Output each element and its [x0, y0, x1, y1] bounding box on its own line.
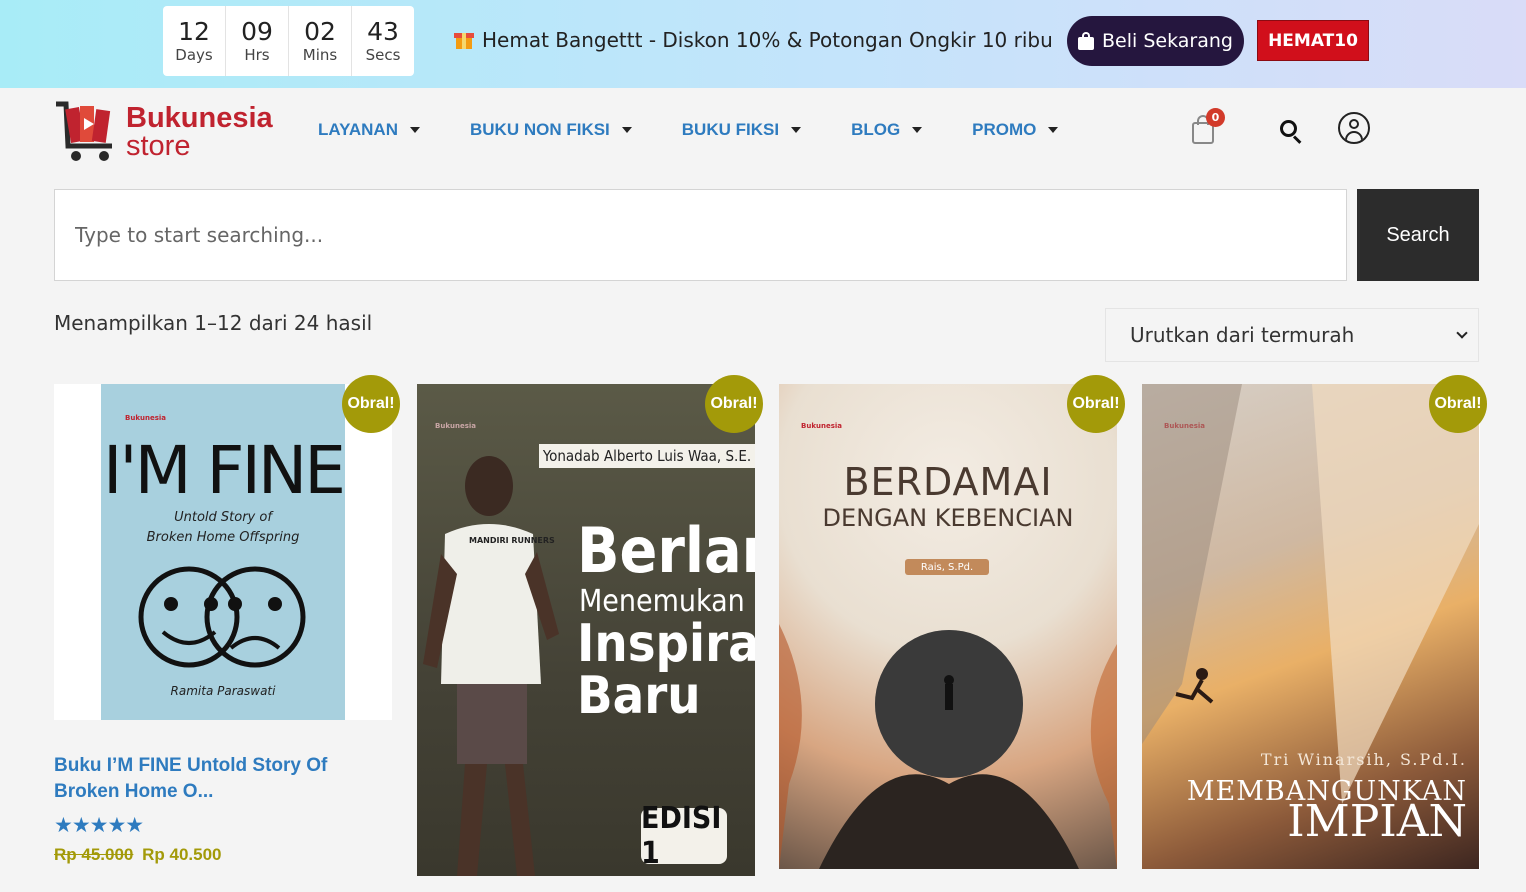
- cover-edition: EDISI 1: [641, 801, 727, 871]
- countdown-seconds-value: 43: [367, 17, 399, 46]
- rating-stars: ★★★★★: [54, 813, 144, 837]
- countdown-days-value: 12: [178, 17, 210, 46]
- nav-layanan[interactable]: LAYANAN: [318, 119, 420, 141]
- cover-author: Ramita Paraswati: [170, 684, 276, 698]
- logo-line-2: store: [126, 130, 191, 162]
- countdown-seconds: 43 Secs: [352, 6, 414, 76]
- sort-select[interactable]: Urutkan dari termurah: [1105, 308, 1479, 362]
- cover-title-1: Berlari: [577, 514, 755, 587]
- book-cover: Bukunesia BERDAMAI DENGAN KEBENCIAN Rais…: [779, 384, 1117, 869]
- sale-badge: Obral!: [1429, 375, 1487, 433]
- product-title-link[interactable]: Buku I’M FINE Untold Story Of Broken Hom…: [54, 753, 374, 805]
- coupon-code[interactable]: HEMAT10: [1257, 20, 1369, 61]
- chevron-down-icon: [1456, 327, 1468, 339]
- happy-sad-faces-illustration: [138, 566, 306, 668]
- user-account-icon[interactable]: [1338, 112, 1370, 144]
- caret-down-icon: [410, 127, 420, 133]
- cover-author: Tri Winarsih, S.Pd.I.: [1260, 750, 1467, 769]
- product-price: Rp 45.000 Rp 40.500: [54, 845, 222, 865]
- sale-badge: Obral!: [1067, 375, 1125, 433]
- site-logo[interactable]: Bukunesia store: [54, 100, 274, 166]
- countdown-seconds-label: Secs: [365, 46, 401, 64]
- cart-button[interactable]: 0: [1190, 108, 1225, 148]
- nav-label: BLOG: [851, 120, 901, 139]
- sale-badge: Obral!: [342, 375, 400, 433]
- buy-now-button[interactable]: Beli Sekarang: [1067, 16, 1244, 66]
- sort-selected-value: Urutkan dari termurah: [1130, 323, 1355, 347]
- cover-author: Rais, S.Pd.: [905, 559, 989, 575]
- nav-buku-non-fiksi[interactable]: BUKU NON FIKSI: [470, 119, 632, 141]
- cover-title-1: BERDAMAI: [843, 460, 1053, 504]
- cover-title: I'M FINE: [102, 432, 345, 509]
- logo-wordmark: Bukunesia store: [126, 102, 273, 162]
- cover-publisher: Bukunesia: [801, 422, 842, 430]
- sale-badge: Obral!: [705, 375, 763, 433]
- nav-promo[interactable]: PROMO: [972, 119, 1059, 141]
- search-button[interactable]: Search: [1357, 189, 1479, 281]
- product-card[interactable]: Bukunesia I'M FINE Untold Story of Broke…: [54, 375, 400, 720]
- gift-icon: [454, 30, 474, 50]
- product-card[interactable]: Bukunesia Yonadab Alberto Luis Waa, S.E.…: [417, 375, 763, 876]
- cover-title-2: IMPIAN: [1287, 796, 1467, 847]
- cover-title-4: Baru: [577, 666, 701, 726]
- bukunesia-logo-icon: [56, 101, 112, 161]
- logo-line-1: Bukunesia: [126, 102, 273, 134]
- countdown-hours-value: 09: [241, 17, 273, 46]
- shopping-bag-icon: [1078, 32, 1095, 50]
- nav-blog[interactable]: BLOG: [851, 119, 923, 141]
- price-original: Rp 45.000: [54, 845, 134, 864]
- cover-publisher: Bukunesia: [435, 422, 476, 430]
- caret-down-icon: [621, 127, 632, 133]
- nav-label: PROMO: [972, 120, 1037, 139]
- product-card[interactable]: Bukunesia Tri Winarsih, S.Pd.I. MEMBANGU…: [1142, 375, 1487, 869]
- nav-label: BUKU FIKSI: [681, 120, 780, 139]
- cover-publisher: Bukunesia: [125, 414, 166, 422]
- nav-buku-fiksi[interactable]: BUKU FIKSI: [681, 119, 802, 141]
- promo-message: Hemat Bangettt - Diskon 10% & Potongan O…: [454, 28, 1053, 52]
- buy-now-label: Beli Sekarang: [1102, 30, 1233, 52]
- moon-silhouette-illustration: [779, 624, 1117, 869]
- countdown-minutes: 02 Mins: [289, 6, 352, 76]
- result-count: Menampilkan 1–12 dari 24 hasil: [54, 311, 373, 335]
- product-image[interactable]: Bukunesia Tri Winarsih, S.Pd.I. MEMBANGU…: [1142, 384, 1480, 869]
- product-card[interactable]: Bukunesia BERDAMAI DENGAN KEBENCIAN Rais…: [779, 375, 1125, 869]
- cover-shirt-text: MANDIRI RUNNERS: [469, 536, 555, 545]
- main-nav: LAYANAN BUKU NON FIKSI BUKU FIKSI BLOG P…: [318, 119, 1059, 141]
- caret-down-icon: [1048, 127, 1059, 133]
- countdown-timer: 12 Days 09 Hrs 02 Mins 43 Secs: [163, 6, 414, 76]
- caret-down-icon: [791, 127, 802, 133]
- countdown-hours-label: Hrs: [244, 46, 270, 64]
- countdown-minutes-value: 02: [304, 17, 336, 46]
- countdown-minutes-label: Mins: [302, 46, 338, 64]
- promo-text: Hemat Bangettt - Diskon 10% & Potongan O…: [482, 28, 1053, 52]
- cover-title-3: Inspirasi: [577, 614, 755, 674]
- nav-label: LAYANAN: [318, 120, 398, 139]
- cover-subtitle-1: Untold Story of: [174, 510, 272, 525]
- product-image[interactable]: Bukunesia BERDAMAI DENGAN KEBENCIAN Rais…: [779, 384, 1117, 869]
- search-input[interactable]: [54, 189, 1347, 281]
- book-cover: Bukunesia Tri Winarsih, S.Pd.I. MEMBANGU…: [1142, 384, 1479, 869]
- cover-title-2: DENGAN KEBENCIAN: [822, 504, 1074, 532]
- cart-count-badge: 0: [1206, 108, 1225, 127]
- search-icon[interactable]: [1280, 120, 1304, 144]
- countdown-days-label: Days: [175, 46, 213, 64]
- caret-down-icon: [912, 127, 923, 133]
- book-cover: Bukunesia Yonadab Alberto Luis Waa, S.E.…: [417, 384, 755, 876]
- runner-photo: [423, 456, 559, 876]
- price-sale: Rp 40.500: [142, 845, 222, 864]
- book-cover: Bukunesia I'M FINE Untold Story of Broke…: [101, 384, 345, 720]
- countdown-hours: 09 Hrs: [226, 6, 289, 76]
- product-image[interactable]: Bukunesia Yonadab Alberto Luis Waa, S.E.…: [417, 384, 755, 876]
- promo-bar: 12 Days 09 Hrs 02 Mins 43 Secs Hemat Ban…: [0, 0, 1526, 88]
- cover-subtitle-2: Broken Home Offspring: [146, 530, 300, 545]
- product-image[interactable]: Bukunesia I'M FINE Untold Story of Broke…: [54, 384, 392, 720]
- countdown-days: 12 Days: [163, 6, 226, 76]
- nav-label: BUKU NON FIKSI: [470, 120, 610, 139]
